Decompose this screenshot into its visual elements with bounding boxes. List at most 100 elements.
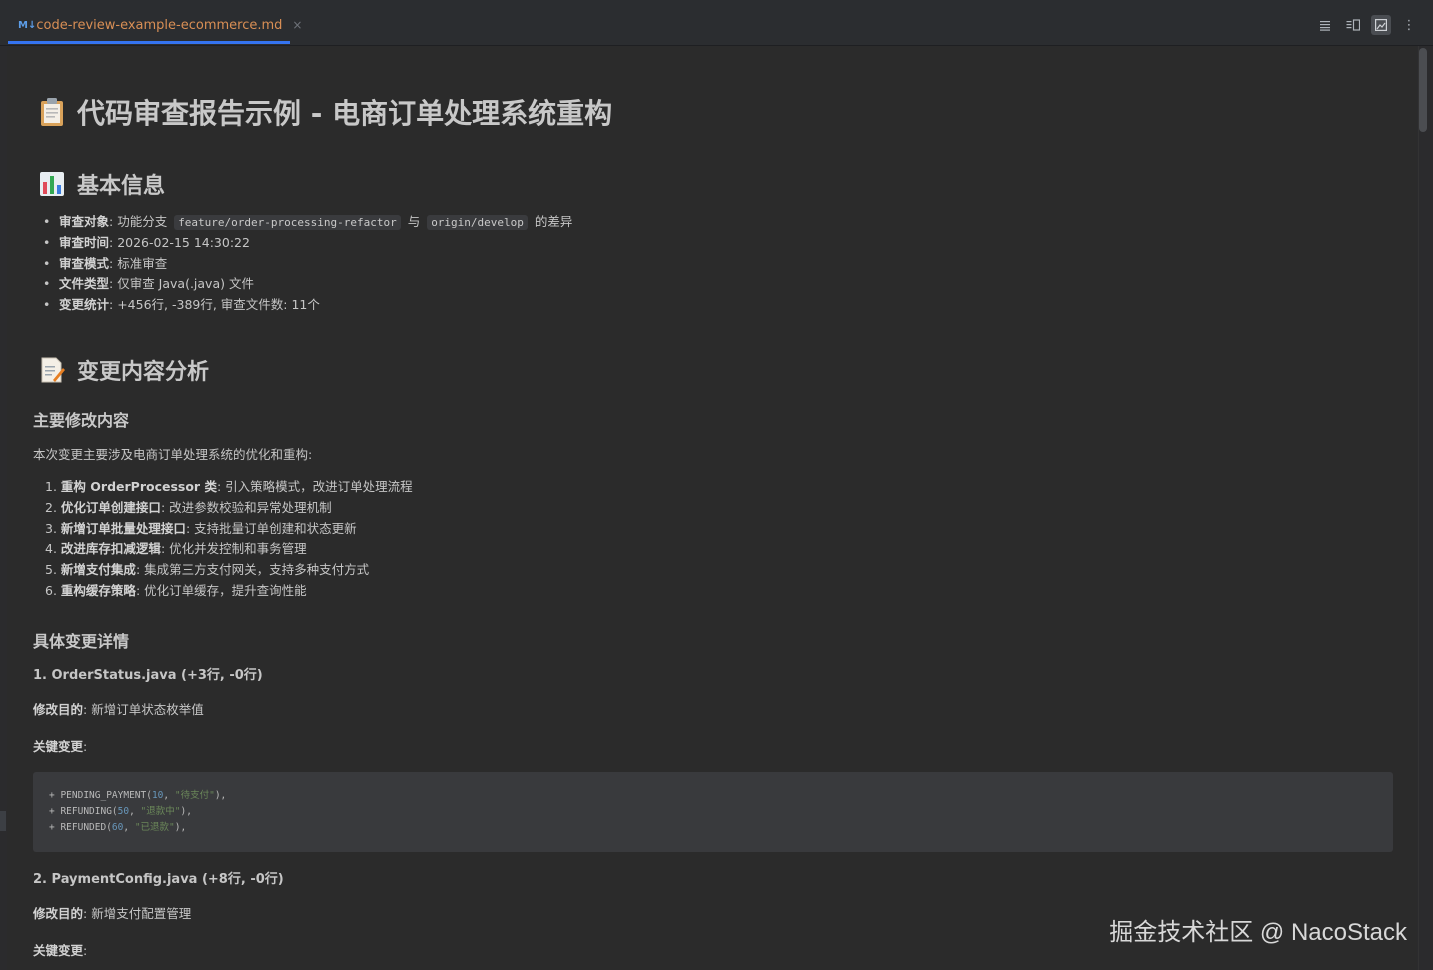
list-item: 文件类型: 仅审查 Java(.java) 文件 bbox=[37, 274, 572, 295]
editor-view-toolbar: ⋮ bbox=[1315, 15, 1419, 35]
split-view-button[interactable] bbox=[1343, 15, 1363, 35]
more-vertical-icon: ⋮ bbox=[1402, 17, 1416, 33]
list-number: 6. bbox=[45, 582, 57, 598]
list-item-label: 重构缓存策略 bbox=[60, 582, 136, 598]
preview-image-icon bbox=[1375, 19, 1387, 31]
list-item-text: 与 bbox=[403, 214, 425, 229]
list-item-text: : 功能分支 bbox=[109, 214, 172, 229]
list-item-text: : 2026-02-15 14:30:22 bbox=[109, 234, 250, 250]
scroll-track bbox=[1418, 46, 1419, 970]
key-changes-suffix: : bbox=[83, 739, 88, 754]
code-text: ), bbox=[214, 790, 227, 801]
editor-only-icon bbox=[1320, 21, 1330, 31]
purpose-text: : 新增订单状态枚举值 bbox=[83, 702, 204, 717]
list-item: 5. 新增支付集成: 集成第三方支付网关，支持多种支付方式 bbox=[37, 560, 413, 581]
list-item: 3. 新增订单批量处理接口: 支持批量订单创建和状态更新 bbox=[37, 519, 413, 540]
purpose-paragraph: 修改目的: 新增订单状态枚举值 bbox=[33, 699, 204, 718]
list-number: 1. bbox=[45, 479, 57, 494]
list-item-label: 改进库存扣减逻辑 bbox=[60, 541, 161, 557]
purpose-text: : 新增支付配置管理 bbox=[83, 906, 192, 921]
code-text: , bbox=[123, 822, 135, 833]
more-options-button[interactable]: ⋮ bbox=[1399, 15, 1419, 35]
list-item-label: 重构 OrderProcessor 类 bbox=[60, 479, 217, 494]
list-item-label: 审查时间 bbox=[59, 234, 110, 250]
code-text: + PENDING_PAYMENT( bbox=[49, 790, 152, 801]
watermark-text: 掘金技术社区 @ NacoStack bbox=[1109, 919, 1407, 946]
code-text: , bbox=[163, 790, 175, 801]
main-changes-list: 1. 重构 OrderProcessor 类: 引入策略模式，改进订单处理流程 … bbox=[37, 477, 413, 602]
close-icon[interactable]: × bbox=[292, 18, 302, 32]
list-item-text: : 集成第三方支付网关，支持多种支付方式 bbox=[135, 562, 370, 578]
code-line: + REFUNDED(60, "已退款"), bbox=[49, 820, 1377, 836]
heading-basic-info-text: 基本信息 bbox=[77, 174, 166, 199]
file-heading-paymentconfig: 2. PaymentConfig.java (+8行, -0行) bbox=[33, 872, 284, 887]
list-item-text: 的差异 bbox=[530, 214, 573, 229]
list-item: 变更统计: +456行, -389行, 审查文件数: 11个 bbox=[37, 295, 572, 316]
list-item: 审查模式: 标准审查 bbox=[37, 254, 572, 275]
markdown-preview: 代码审查报告示例 - 电商订单处理系统重构 基本信息 审查对象: 功能分支 fe… bbox=[7, 46, 1417, 970]
list-item: 6. 重构缓存策略: 优化订单缓存，提升查询性能 bbox=[37, 581, 413, 602]
list-item-label: 新增订单批量处理接口 bbox=[60, 520, 186, 536]
heading-change-analysis: 变更内容分析 bbox=[37, 354, 209, 386]
list-item-label: 审查对象 bbox=[59, 214, 110, 229]
editor-only-view-button[interactable] bbox=[1315, 15, 1335, 35]
code-text: , bbox=[129, 806, 141, 817]
key-changes-label-text: 关键变更 bbox=[33, 943, 84, 958]
list-item: 审查时间: 2026-02-15 14:30:22 bbox=[37, 233, 572, 254]
markdown-editor-window: M↓ code-review-example-ecommerce.md × ⋮ … bbox=[0, 0, 1433, 970]
document-title: 代码审查报告示例 - 电商订单处理系统重构 bbox=[37, 92, 612, 132]
list-item: 审查对象: 功能分支 feature/order-processing-refa… bbox=[37, 212, 572, 233]
left-gutter bbox=[0, 46, 7, 970]
heading-main-changes: 主要修改内容 bbox=[33, 411, 130, 430]
key-changes-suffix: : bbox=[83, 943, 88, 958]
document-title-text: 代码审查报告示例 - 电商订单处理系统重构 bbox=[77, 97, 613, 130]
branch-code-develop: origin/develop bbox=[427, 215, 528, 230]
code-line: + PENDING_PAYMENT(10, "待支付"), bbox=[49, 788, 1377, 804]
list-number: 2. bbox=[45, 499, 57, 515]
code-line: + REFUNDING(50, "退款中"), bbox=[49, 804, 1377, 820]
preview-only-view-button[interactable] bbox=[1371, 15, 1391, 35]
list-number: 3. bbox=[45, 520, 57, 536]
purpose-label: 修改目的 bbox=[33, 906, 84, 921]
vertical-scrollbar-thumb[interactable] bbox=[1419, 48, 1427, 132]
code-string: "待支付" bbox=[174, 790, 215, 801]
list-number: 4. bbox=[45, 541, 57, 557]
purpose-paragraph: 修改目的: 新增支付配置管理 bbox=[33, 903, 191, 922]
list-item-label: 审查模式 bbox=[59, 255, 110, 271]
active-tab-indicator bbox=[8, 41, 290, 44]
list-item-text: : +456行, -389行, 审查文件数: 11个 bbox=[109, 297, 320, 313]
list-item-text: : 引入策略模式，改进订单处理流程 bbox=[216, 479, 413, 494]
list-item-label: 优化订单创建接口 bbox=[60, 499, 161, 515]
tab-code-review-example-ecommerce[interactable]: M↓ code-review-example-ecommerce.md × bbox=[8, 6, 302, 44]
bar-chart-icon bbox=[37, 169, 67, 199]
key-changes-label-text: 关键变更 bbox=[33, 739, 84, 754]
purpose-label: 修改目的 bbox=[33, 702, 84, 717]
list-item: 4. 改进库存扣减逻辑: 优化并发控制和事务管理 bbox=[37, 539, 413, 560]
memo-icon bbox=[37, 355, 67, 385]
code-block: + PENDING_PAYMENT(10, "待支付"), + REFUNDIN… bbox=[33, 772, 1393, 852]
markdown-file-icon: M↓ bbox=[18, 19, 37, 31]
list-item-label: 新增支付集成 bbox=[60, 562, 136, 578]
clipboard-icon bbox=[37, 97, 67, 127]
list-item: 1. 重构 OrderProcessor 类: 引入策略模式，改进订单处理流程 bbox=[37, 477, 413, 498]
key-changes-label: 关键变更: bbox=[33, 736, 87, 755]
heading-basic-info: 基本信息 bbox=[37, 168, 165, 200]
gutter-marker bbox=[0, 811, 6, 831]
list-number: 5. bbox=[45, 562, 57, 578]
intro-paragraph: 本次变更主要涉及电商订单处理系统的优化和重构: bbox=[33, 447, 313, 462]
code-number: 50 bbox=[117, 806, 130, 817]
list-item: 2. 优化订单创建接口: 改进参数校验和异常处理机制 bbox=[37, 498, 413, 519]
list-item-text: : 优化并发控制和事务管理 bbox=[160, 541, 307, 557]
heading-change-details: 具体变更详情 bbox=[33, 632, 130, 651]
code-text: + REFUNDING( bbox=[49, 806, 118, 817]
key-changes-label: 关键变更: bbox=[33, 940, 87, 959]
list-item-text: : 优化订单缓存，提升查询性能 bbox=[135, 582, 307, 598]
split-view-icon bbox=[1346, 19, 1360, 31]
code-text: + REFUNDED( bbox=[49, 822, 112, 833]
list-item-text: : 支持批量订单创建和状态更新 bbox=[185, 520, 357, 536]
editor-tab-bar: M↓ code-review-example-ecommerce.md × ⋮ bbox=[0, 0, 1433, 46]
heading-change-analysis-text: 变更内容分析 bbox=[77, 360, 210, 385]
tab-label: code-review-example-ecommerce.md bbox=[36, 17, 283, 33]
code-text: ), bbox=[180, 806, 192, 817]
code-number: 60 bbox=[111, 822, 124, 833]
